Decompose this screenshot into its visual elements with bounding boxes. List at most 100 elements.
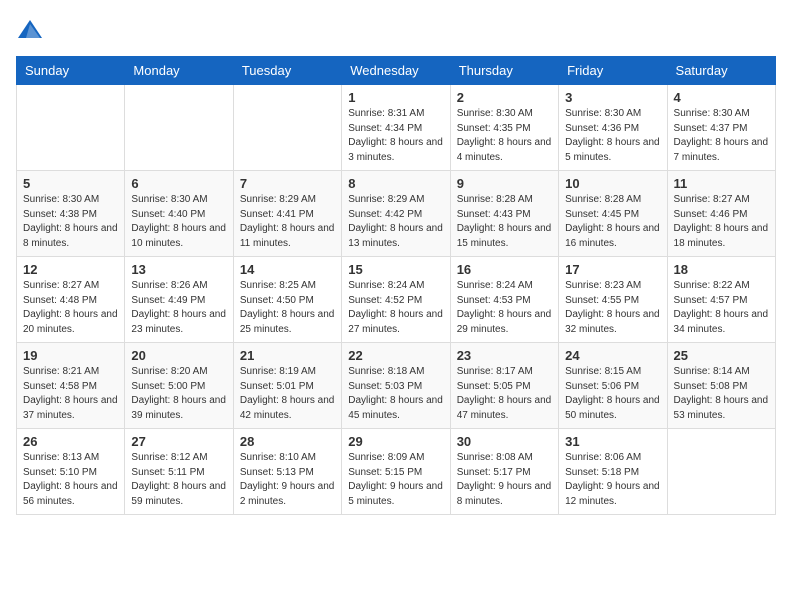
day-number: 3 <box>565 90 660 105</box>
day-number: 20 <box>131 348 226 363</box>
day-number: 13 <box>131 262 226 277</box>
day-info: Sunrise: 8:30 AM Sunset: 4:38 PM Dayligh… <box>23 193 118 251</box>
calendar-cell: 6 Sunrise: 8:30 AM Sunset: 4:40 PM Daylig… <box>125 171 233 257</box>
calendar-cell: 5Sunrise: 8:30 AM Sunset: 4:38 PM Daylig… <box>17 171 125 257</box>
day-info: Sunrise: 8:29 AM Sunset: 4:42 PM Dayligh… <box>348 193 443 251</box>
calendar-cell: 29 Sunrise: 8:09 AM Sunset: 5:15 PM Dayli… <box>342 429 450 515</box>
calendar-cell <box>125 85 233 171</box>
day-number: 29 <box>348 434 443 449</box>
day-number: 27 <box>131 434 226 449</box>
calendar-cell: 1 Sunrise: 8:31 AM Sunset: 4:34 PM Daylig… <box>342 85 450 171</box>
day-number: 23 <box>457 348 552 363</box>
calendar-cell: 21 Sunrise: 8:19 AM Sunset: 5:01 PM Dayli… <box>233 343 341 429</box>
calendar-week-1: 1 Sunrise: 8:31 AM Sunset: 4:34 PM Daylig… <box>17 85 776 171</box>
day-number: 10 <box>565 176 660 191</box>
day-info: Sunrise: 8:30 AM Sunset: 4:37 PM Dayligh… <box>674 107 769 165</box>
day-info: Sunrise: 8:26 AM Sunset: 4:49 PM Dayligh… <box>131 279 226 337</box>
page-header <box>16 16 776 44</box>
calendar-cell: 10 Sunrise: 8:28 AM Sunset: 4:45 PM Dayli… <box>559 171 667 257</box>
calendar-cell: 20 Sunrise: 8:20 AM Sunset: 5:00 PM Dayli… <box>125 343 233 429</box>
calendar-cell: 15Sunrise: 8:24 AM Sunset: 4:52 PM Dayli… <box>342 257 450 343</box>
calendar-cell <box>17 85 125 171</box>
day-info: Sunrise: 8:21 AM Sunset: 4:58 PM Dayligh… <box>23 365 118 423</box>
day-number: 7 <box>240 176 335 191</box>
calendar-cell: 3 Sunrise: 8:30 AM Sunset: 4:36 PM Daylig… <box>559 85 667 171</box>
day-info: Sunrise: 8:19 AM Sunset: 5:01 PM Dayligh… <box>240 365 335 423</box>
logo <box>16 16 48 44</box>
day-number: 8 <box>348 176 443 191</box>
calendar-cell: 8 Sunrise: 8:29 AM Sunset: 4:42 PM Daylig… <box>342 171 450 257</box>
calendar-cell <box>233 85 341 171</box>
day-number: 6 <box>131 176 226 191</box>
day-info: Sunrise: 8:24 AM Sunset: 4:52 PM Dayligh… <box>348 279 443 337</box>
day-header-tuesday: Tuesday <box>233 57 341 85</box>
day-number: 2 <box>457 90 552 105</box>
calendar-cell: 30 Sunrise: 8:08 AM Sunset: 5:17 PM Dayli… <box>450 429 558 515</box>
day-number: 31 <box>565 434 660 449</box>
calendar-cell <box>667 429 775 515</box>
day-header-friday: Friday <box>559 57 667 85</box>
calendar-cell: 25 Sunrise: 8:14 AM Sunset: 5:08 PM Dayli… <box>667 343 775 429</box>
day-info: Sunrise: 8:30 AM Sunset: 4:35 PM Dayligh… <box>457 107 552 165</box>
day-number: 28 <box>240 434 335 449</box>
calendar-cell: 12Sunrise: 8:27 AM Sunset: 4:48 PM Dayli… <box>17 257 125 343</box>
calendar-cell: 19 Sunrise: 8:21 AM Sunset: 4:58 PM Dayli… <box>17 343 125 429</box>
day-number: 9 <box>457 176 552 191</box>
day-header-wednesday: Wednesday <box>342 57 450 85</box>
day-number: 26 <box>23 434 118 449</box>
day-info: Sunrise: 8:23 AM Sunset: 4:55 PM Dayligh… <box>565 279 660 337</box>
calendar-cell: 11 Sunrise: 8:27 AM Sunset: 4:46 PM Dayli… <box>667 171 775 257</box>
calendar-week-4: 19 Sunrise: 8:21 AM Sunset: 4:58 PM Dayli… <box>17 343 776 429</box>
day-info: Sunrise: 8:24 AM Sunset: 4:53 PM Dayligh… <box>457 279 552 337</box>
calendar-cell: 28 Sunrise: 8:10 AM Sunset: 5:13 PM Dayli… <box>233 429 341 515</box>
day-header-saturday: Saturday <box>667 57 775 85</box>
calendar-week-2: 5Sunrise: 8:30 AM Sunset: 4:38 PM Daylig… <box>17 171 776 257</box>
day-info: Sunrise: 8:22 AM Sunset: 4:57 PM Dayligh… <box>674 279 769 337</box>
day-number: 1 <box>348 90 443 105</box>
calendar-cell: 14 Sunrise: 8:25 AM Sunset: 4:50 PM Dayli… <box>233 257 341 343</box>
day-info: Sunrise: 8:31 AM Sunset: 4:34 PM Dayligh… <box>348 107 443 165</box>
day-info: Sunrise: 8:06 AM Sunset: 5:18 PM Dayligh… <box>565 451 660 509</box>
calendar-cell: 17 Sunrise: 8:23 AM Sunset: 4:55 PM Dayli… <box>559 257 667 343</box>
day-info: Sunrise: 8:08 AM Sunset: 5:17 PM Dayligh… <box>457 451 552 509</box>
day-number: 11 <box>674 176 769 191</box>
calendar-cell: 31 Sunrise: 8:06 AM Sunset: 5:18 PM Dayli… <box>559 429 667 515</box>
day-number: 19 <box>23 348 118 363</box>
calendar-cell: 2 Sunrise: 8:30 AM Sunset: 4:35 PM Daylig… <box>450 85 558 171</box>
day-info: Sunrise: 8:14 AM Sunset: 5:08 PM Dayligh… <box>674 365 769 423</box>
day-info: Sunrise: 8:25 AM Sunset: 4:50 PM Dayligh… <box>240 279 335 337</box>
day-number: 14 <box>240 262 335 277</box>
day-info: Sunrise: 8:15 AM Sunset: 5:06 PM Dayligh… <box>565 365 660 423</box>
calendar-cell: 7Sunrise: 8:29 AM Sunset: 4:41 PM Daylig… <box>233 171 341 257</box>
calendar-header-row: SundayMondayTuesdayWednesdayThursdayFrid… <box>17 57 776 85</box>
day-info: Sunrise: 8:30 AM Sunset: 4:40 PM Dayligh… <box>131 193 226 251</box>
calendar-cell: 4 Sunrise: 8:30 AM Sunset: 4:37 PM Daylig… <box>667 85 775 171</box>
logo-icon <box>16 16 44 44</box>
day-number: 21 <box>240 348 335 363</box>
day-header-monday: Monday <box>125 57 233 85</box>
day-info: Sunrise: 8:17 AM Sunset: 5:05 PM Dayligh… <box>457 365 552 423</box>
day-number: 24 <box>565 348 660 363</box>
day-header-sunday: Sunday <box>17 57 125 85</box>
day-info: Sunrise: 8:27 AM Sunset: 4:46 PM Dayligh… <box>674 193 769 251</box>
day-info: Sunrise: 8:12 AM Sunset: 5:11 PM Dayligh… <box>131 451 226 509</box>
day-number: 4 <box>674 90 769 105</box>
calendar-cell: 16 Sunrise: 8:24 AM Sunset: 4:53 PM Dayli… <box>450 257 558 343</box>
day-number: 16 <box>457 262 552 277</box>
day-number: 25 <box>674 348 769 363</box>
day-info: Sunrise: 8:09 AM Sunset: 5:15 PM Dayligh… <box>348 451 443 509</box>
day-number: 12 <box>23 262 118 277</box>
day-info: Sunrise: 8:10 AM Sunset: 5:13 PM Dayligh… <box>240 451 335 509</box>
day-number: 17 <box>565 262 660 277</box>
calendar-cell: 13 Sunrise: 8:26 AM Sunset: 4:49 PM Dayli… <box>125 257 233 343</box>
calendar-cell: 27 Sunrise: 8:12 AM Sunset: 5:11 PM Dayli… <box>125 429 233 515</box>
calendar-cell: 23 Sunrise: 8:17 AM Sunset: 5:05 PM Dayli… <box>450 343 558 429</box>
day-number: 22 <box>348 348 443 363</box>
day-info: Sunrise: 8:28 AM Sunset: 4:45 PM Dayligh… <box>565 193 660 251</box>
day-number: 18 <box>674 262 769 277</box>
day-info: Sunrise: 8:30 AM Sunset: 4:36 PM Dayligh… <box>565 107 660 165</box>
day-info: Sunrise: 8:20 AM Sunset: 5:00 PM Dayligh… <box>131 365 226 423</box>
day-number: 30 <box>457 434 552 449</box>
day-info: Sunrise: 8:18 AM Sunset: 5:03 PM Dayligh… <box>348 365 443 423</box>
calendar: SundayMondayTuesdayWednesdayThursdayFrid… <box>16 56 776 515</box>
